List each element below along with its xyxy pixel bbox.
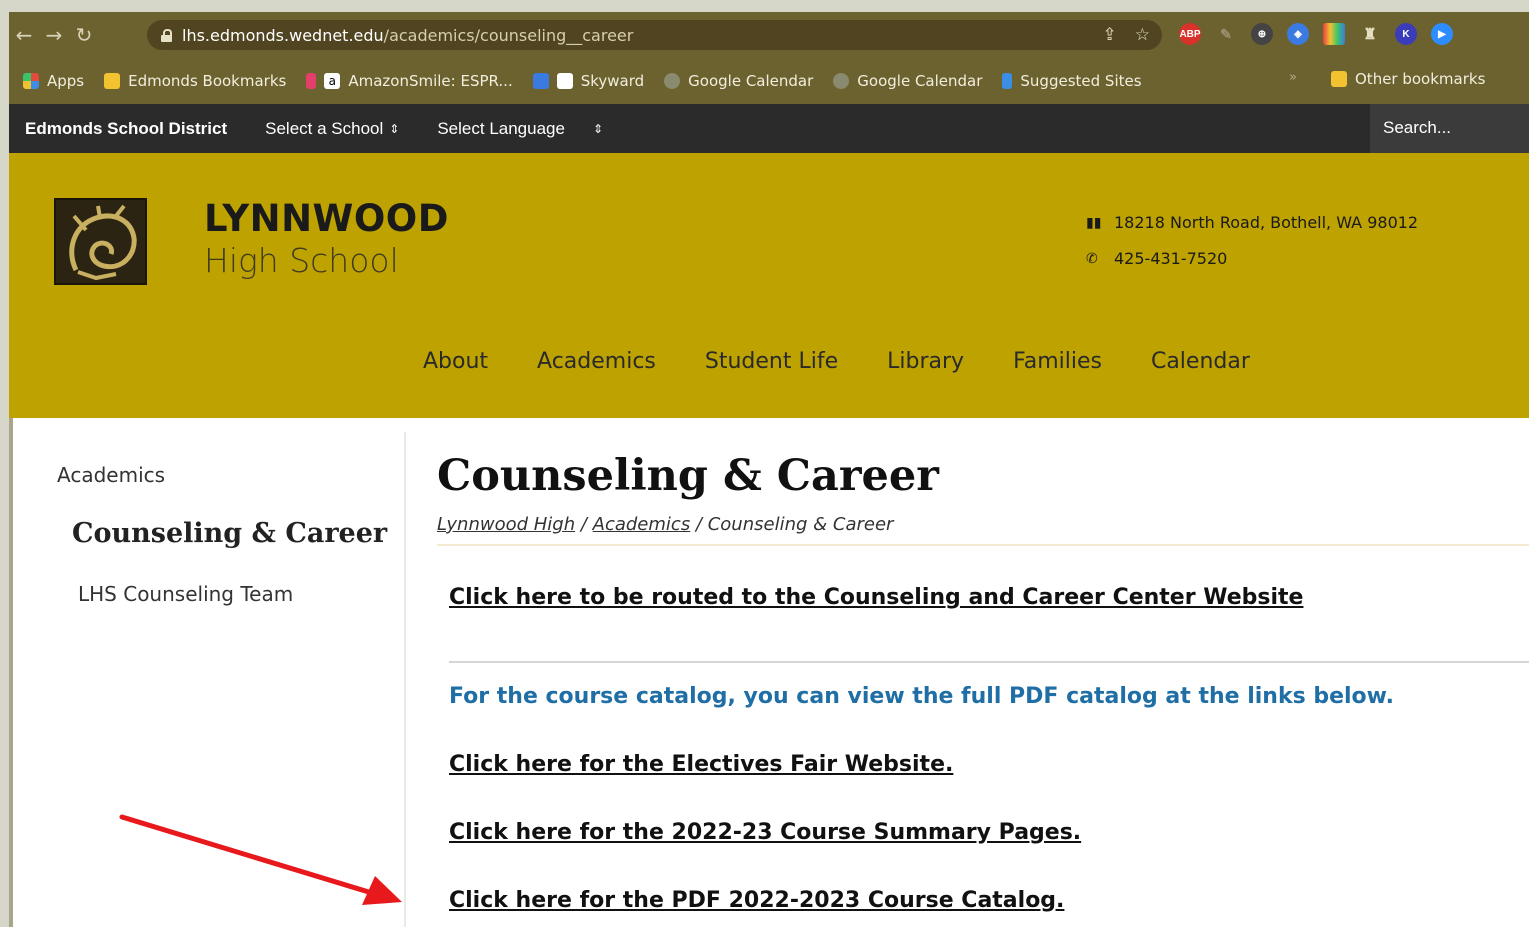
- bookmark-skyward[interactable]: Skyward: [532, 72, 644, 90]
- reload-icon[interactable]: ↻: [69, 23, 99, 47]
- breadcrumb: Lynnwood High / Academics / Counseling &…: [437, 514, 894, 535]
- apps-grid-icon: [23, 73, 39, 89]
- k-extension-icon[interactable]: K: [1395, 23, 1417, 45]
- adblock-icon[interactable]: ABP: [1179, 23, 1201, 45]
- counseling-center-link[interactable]: Click here to be routed to the Counselin…: [449, 585, 1303, 610]
- bookmark-edmonds[interactable]: Edmonds Bookmarks: [104, 72, 286, 90]
- lock-icon[interactable]: [161, 28, 172, 42]
- toolbar: ← → ↻ lhs.edmonds.wednet.edu/academics/c…: [9, 12, 1529, 58]
- bing-icon: [1002, 73, 1013, 89]
- site-header: LYNNWOOD High School ▮▮ 18218 North Road,…: [9, 153, 1529, 418]
- breadcrumb-divider: [437, 544, 1529, 546]
- url-path: /academics/counseling__career: [383, 25, 634, 45]
- browser-chrome: ← → ↻ lhs.edmonds.wednet.edu/academics/c…: [9, 12, 1529, 104]
- globe-icon: [833, 73, 850, 89]
- folder-icon: [104, 73, 121, 89]
- back-icon[interactable]: ←: [9, 23, 39, 47]
- other-bookmarks[interactable]: Other bookmarks: [1331, 70, 1485, 88]
- bookmarks-more-icon[interactable]: »: [1289, 70, 1297, 85]
- sidebar-parent-link[interactable]: Academics: [57, 463, 165, 487]
- zoom-icon[interactable]: ▶: [1431, 23, 1453, 45]
- address-bar[interactable]: lhs.edmonds.wednet.edu/academics/counsel…: [147, 20, 1162, 50]
- nav-families[interactable]: Families: [1013, 349, 1102, 374]
- electives-fair-link[interactable]: Click here for the Electives Fair Websit…: [449, 752, 953, 777]
- school-name[interactable]: LYNNWOOD: [204, 197, 449, 240]
- dragon-logo-icon: [69, 204, 137, 281]
- breadcrumb-home[interactable]: Lynnwood High: [437, 514, 575, 535]
- select-school[interactable]: Select a School ⇕: [265, 119, 399, 139]
- bookmark-google-calendar-1[interactable]: Google Calendar: [664, 72, 813, 90]
- extension-icon[interactable]: ⊕: [1251, 23, 1273, 45]
- phone: ✆ 425-431-7520: [1086, 249, 1228, 268]
- sidebar-divider: [404, 432, 406, 927]
- calendar-icon: [532, 73, 549, 89]
- school-logo[interactable]: [54, 198, 147, 285]
- pen-icon[interactable]: ✎: [1215, 23, 1237, 45]
- phone-icon: ✆: [1086, 250, 1098, 267]
- nav-library[interactable]: Library: [887, 349, 964, 374]
- nav-about[interactable]: About: [423, 349, 488, 374]
- bookmark-amazon[interactable]: a AmazonSmile: ESPR...: [306, 72, 513, 90]
- breadcrumb-current: Counseling & Career: [707, 514, 894, 535]
- forward-icon[interactable]: →: [39, 23, 69, 47]
- shield-extension-icon[interactable]: ◈: [1287, 23, 1309, 45]
- content-area: Academics Counseling & Career LHS Counse…: [13, 418, 1529, 927]
- bookmarks-bar: Apps Edmonds Bookmarks a AmazonSmile: ESP…: [9, 58, 1529, 104]
- bookmark-google-calendar-2[interactable]: Google Calendar: [833, 72, 982, 90]
- sidebar-title[interactable]: Counseling & Career: [72, 518, 387, 549]
- bookmark-suggested-sites[interactable]: Suggested Sites: [1002, 72, 1142, 90]
- course-summary-link[interactable]: Click here for the 2022-23 Course Summar…: [449, 820, 1081, 845]
- amazon-icon: a: [324, 73, 341, 89]
- address: ▮▮ 18218 North Road, Bothell, WA 98012: [1086, 213, 1419, 232]
- share-icon[interactable]: ⇪: [1103, 25, 1117, 45]
- globe-icon: [664, 73, 681, 89]
- url-host: lhs.edmonds.wednet.edu: [182, 25, 384, 45]
- extensions: ABP ✎ ⊕ ◈ ♜ K ▶: [1179, 23, 1453, 45]
- district-title[interactable]: Edmonds School District: [25, 119, 227, 139]
- heart-icon: [306, 73, 317, 89]
- course-catalog-pdf-link[interactable]: Click here for the PDF 2022-2023 Course …: [449, 888, 1064, 913]
- nav-calendar[interactable]: Calendar: [1151, 349, 1250, 374]
- district-bar: Edmonds School District Select a School ⇕…: [9, 104, 1529, 153]
- select-language[interactable]: Select Language ⇕: [437, 119, 603, 139]
- puzzle-figure-icon[interactable]: ♜: [1359, 23, 1381, 45]
- nav-academics[interactable]: Academics: [537, 349, 656, 374]
- sidebar-item-counseling-team[interactable]: LHS Counseling Team: [78, 582, 293, 606]
- color-grid-icon[interactable]: [1323, 23, 1345, 45]
- map-icon: ▮▮: [1086, 214, 1102, 231]
- main-nav: About Academics Student Life Library Fam…: [423, 349, 1250, 374]
- catalog-note: For the course catalog, you can view the…: [449, 684, 1394, 709]
- section-divider: [449, 661, 1529, 663]
- sort-arrows-icon: ⇕: [389, 121, 400, 136]
- sort-arrows-icon: ⇕: [592, 121, 604, 136]
- nav-student-life[interactable]: Student Life: [705, 349, 838, 374]
- breadcrumb-academics[interactable]: Academics: [593, 514, 691, 535]
- skyward-icon: [556, 73, 573, 89]
- school-subtitle: High School: [204, 241, 399, 280]
- page-title: Counseling & Career: [437, 451, 939, 501]
- bookmark-apps[interactable]: Apps: [23, 72, 84, 90]
- search-input[interactable]: Search...: [1370, 104, 1529, 153]
- bookmark-star-icon[interactable]: ☆: [1135, 25, 1150, 45]
- folder-icon: [1331, 71, 1347, 87]
